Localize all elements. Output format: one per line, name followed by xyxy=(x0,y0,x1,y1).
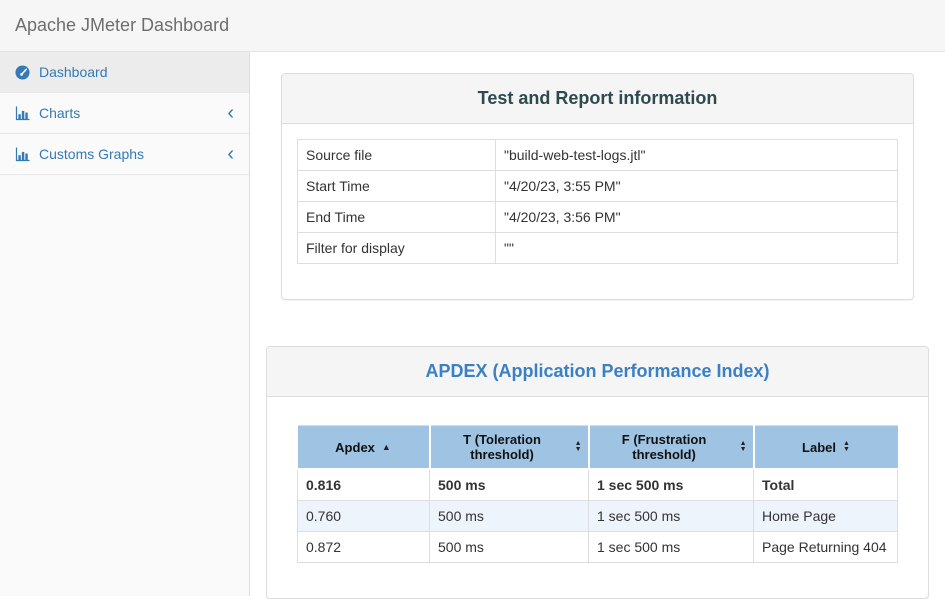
info-label-cell: End Time xyxy=(298,202,496,233)
column-header-label: T (Toleration threshold) xyxy=(437,432,568,462)
label-cell: Home Page xyxy=(754,501,898,532)
gauge-icon xyxy=(15,65,30,80)
main-content: Test and Report information Source file … xyxy=(250,52,945,596)
column-header-apdex[interactable]: Apdex ▲ xyxy=(298,426,430,470)
label-cell: Total xyxy=(754,469,898,501)
sort-icon: ▲▼ xyxy=(740,441,747,453)
sidebar: Dashboard Charts ‹ xyxy=(0,52,250,596)
chevron-left-icon: ‹ xyxy=(227,106,234,120)
apdex-panel-title: APDEX (Application Performance Index) xyxy=(425,361,769,381)
info-value-cell: "" xyxy=(496,233,898,264)
column-header-frustration[interactable]: F (Frustration threshold) ▲▼ xyxy=(589,426,754,470)
sort-icon: ▲▼ xyxy=(843,441,850,453)
table-row: 0.816 500 ms 1 sec 500 ms Total xyxy=(298,469,898,501)
info-label-cell: Filter for display xyxy=(298,233,496,264)
frustration-cell: 1 sec 500 ms xyxy=(589,469,754,501)
label-cell: Page Returning 404 xyxy=(754,532,898,563)
sidebar-item-charts[interactable]: Charts ‹ xyxy=(0,93,249,134)
app-header: Apache JMeter Dashboard xyxy=(0,0,945,52)
frustration-cell: 1 sec 500 ms xyxy=(589,501,754,532)
table-header-row: Apdex ▲ T (Toleration threshold) ▲▼ xyxy=(298,426,898,470)
apdex-panel: APDEX (Application Performance Index) Ap… xyxy=(266,346,929,599)
column-header-label: Label xyxy=(802,440,836,455)
info-table: Source file "build-web-test-logs.jtl" St… xyxy=(297,139,898,264)
frustration-cell: 1 sec 500 ms xyxy=(589,532,754,563)
toleration-cell: 500 ms xyxy=(430,469,589,501)
info-value-cell: "4/20/23, 3:55 PM" xyxy=(496,171,898,202)
table-row: 0.872 500 ms 1 sec 500 ms Page Returning… xyxy=(298,532,898,563)
column-header-toleration[interactable]: T (Toleration threshold) ▲▼ xyxy=(430,426,589,470)
chevron-left-icon: ‹ xyxy=(227,147,234,161)
sidebar-item-label: Dashboard xyxy=(39,64,108,80)
toleration-cell: 500 ms xyxy=(430,532,589,563)
apdex-panel-body: Apdex ▲ T (Toleration threshold) ▲▼ xyxy=(267,397,928,598)
bar-chart-icon xyxy=(15,106,30,121)
apdex-panel-heading: APDEX (Application Performance Index) xyxy=(267,347,928,397)
info-panel-title: Test and Report information xyxy=(478,88,718,108)
table-row: Filter for display "" xyxy=(298,233,898,264)
apdex-value-cell: 0.760 xyxy=(298,501,430,532)
table-row: Source file "build-web-test-logs.jtl" xyxy=(298,140,898,171)
info-panel-heading: Test and Report information xyxy=(282,74,913,124)
info-value-cell: "4/20/23, 3:56 PM" xyxy=(496,202,898,233)
sidebar-item-label: Charts xyxy=(39,105,80,121)
sort-ascending-icon: ▲ xyxy=(382,443,391,452)
info-panel: Test and Report information Source file … xyxy=(281,73,914,300)
app-title[interactable]: Apache JMeter Dashboard xyxy=(15,15,229,36)
apdex-value-cell: 0.872 xyxy=(298,532,430,563)
info-label-cell: Source file xyxy=(298,140,496,171)
sidebar-item-dashboard[interactable]: Dashboard xyxy=(0,52,249,93)
sort-icon: ▲▼ xyxy=(575,441,582,453)
info-label-cell: Start Time xyxy=(298,171,496,202)
bar-chart-icon xyxy=(15,147,30,162)
toleration-cell: 500 ms xyxy=(430,501,589,532)
table-row: Start Time "4/20/23, 3:55 PM" xyxy=(298,171,898,202)
info-panel-body: Source file "build-web-test-logs.jtl" St… xyxy=(282,124,913,299)
apdex-value-cell: 0.816 xyxy=(298,469,430,501)
table-row: End Time "4/20/23, 3:56 PM" xyxy=(298,202,898,233)
page-layout: Dashboard Charts ‹ xyxy=(0,52,945,596)
sidebar-item-customs-graphs[interactable]: Customs Graphs ‹ xyxy=(0,134,249,175)
info-value-cell: "build-web-test-logs.jtl" xyxy=(496,140,898,171)
sidebar-item-label: Customs Graphs xyxy=(39,146,144,162)
table-row: 0.760 500 ms 1 sec 500 ms Home Page xyxy=(298,501,898,532)
apdex-table: Apdex ▲ T (Toleration threshold) ▲▼ xyxy=(297,425,898,563)
column-header-label: Apdex xyxy=(335,440,375,455)
column-header-label-col[interactable]: Label ▲▼ xyxy=(754,426,898,470)
column-header-label: F (Frustration threshold) xyxy=(596,432,733,462)
